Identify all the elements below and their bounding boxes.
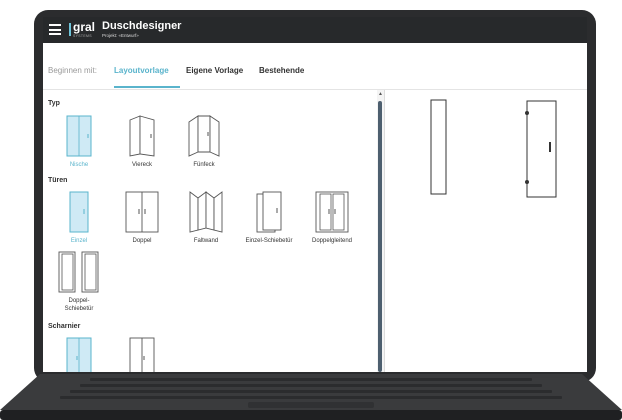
app-title: Duschdesigner bbox=[102, 20, 182, 32]
scrollbar-thumb[interactable] bbox=[378, 101, 382, 372]
section-typ-label: Typ bbox=[48, 100, 60, 107]
section-scharnier-label: Scharnier bbox=[48, 323, 81, 330]
option-doppel-schiebetuer[interactable]: Doppel-Schiebetür bbox=[49, 250, 109, 313]
scroll-up-icon[interactable]: ▲ bbox=[377, 90, 384, 99]
active-tab-indicator bbox=[114, 86, 180, 88]
option-label: Nische bbox=[69, 162, 89, 168]
option-nische[interactable]: Nische bbox=[49, 114, 109, 169]
laptop-base bbox=[0, 374, 622, 420]
single-door-icon bbox=[69, 191, 89, 233]
single-sliding-door-icon bbox=[256, 191, 282, 233]
tab-bestehende[interactable]: Bestehende bbox=[259, 66, 304, 75]
menu-icon[interactable] bbox=[49, 24, 61, 35]
option-label: Doppelgleitend bbox=[311, 238, 353, 244]
template-panel: Typ Nische Viereck Fünfeck Türen Einzel … bbox=[43, 90, 377, 372]
option-scharnier-1[interactable] bbox=[49, 336, 109, 372]
logo-subtitle: SYSTEMS bbox=[73, 34, 92, 38]
folding-door-icon bbox=[189, 191, 223, 233]
pentagon-shower-icon bbox=[188, 115, 220, 157]
option-einzel[interactable]: Einzel bbox=[49, 190, 109, 245]
shower-preview-drawing bbox=[430, 99, 557, 198]
logo: gral bbox=[73, 20, 96, 34]
front-view-door bbox=[526, 100, 557, 198]
option-viereck[interactable]: Viereck bbox=[112, 114, 172, 169]
double-sliding-door-2-icon bbox=[58, 251, 99, 293]
app-screen: gral SYSTEMS Duschdesigner Projekt: «Ent… bbox=[43, 17, 587, 372]
option-einzel-schiebetuer[interactable]: Einzel-Schiebetür bbox=[239, 190, 299, 245]
preview-panel bbox=[385, 90, 587, 372]
tab-eigene-vorlage[interactable]: Eigene Vorlage bbox=[186, 66, 243, 75]
start-tabs: Beginnen mit: Layoutvorlage Eigene Vorla… bbox=[43, 43, 587, 90]
double-sliding-door-icon bbox=[315, 191, 349, 233]
option-faltwand[interactable]: Faltwand bbox=[176, 190, 236, 245]
hinge-left-icon bbox=[66, 337, 92, 372]
tab-layoutvorlage[interactable]: Layoutvorlage bbox=[114, 66, 169, 75]
option-fuenfeck[interactable]: Fünfeck bbox=[174, 114, 234, 169]
logo-mark bbox=[69, 23, 71, 36]
option-doppelgleitend[interactable]: Doppelgleitend bbox=[302, 190, 362, 245]
option-label: Einzel-Schiebetür bbox=[245, 238, 293, 244]
section-tueren-label: Türen bbox=[48, 177, 68, 184]
side-view-panel bbox=[430, 99, 447, 195]
option-label: Fünfeck bbox=[193, 162, 215, 168]
hinge-top bbox=[525, 111, 529, 115]
niche-shower-icon bbox=[66, 115, 92, 157]
double-door-icon bbox=[125, 191, 159, 233]
square-shower-icon bbox=[129, 115, 155, 157]
option-label: Einzel bbox=[70, 238, 88, 244]
option-label: Faltwand bbox=[193, 238, 219, 244]
tabs-prefix: Beginnen mit: bbox=[48, 66, 97, 75]
option-label: Doppel-Schiebetür bbox=[64, 298, 94, 312]
option-doppel[interactable]: Doppel bbox=[112, 190, 172, 245]
option-label: Viereck bbox=[132, 162, 152, 168]
project-name: Projekt: «Entwurf» bbox=[102, 33, 139, 38]
hinge-bottom bbox=[525, 180, 529, 184]
hinge-right-icon bbox=[129, 337, 155, 372]
app-header: gral SYSTEMS Duschdesigner Projekt: «Ent… bbox=[43, 17, 587, 43]
option-scharnier-2[interactable] bbox=[112, 336, 172, 372]
option-label: Doppel bbox=[132, 238, 152, 244]
